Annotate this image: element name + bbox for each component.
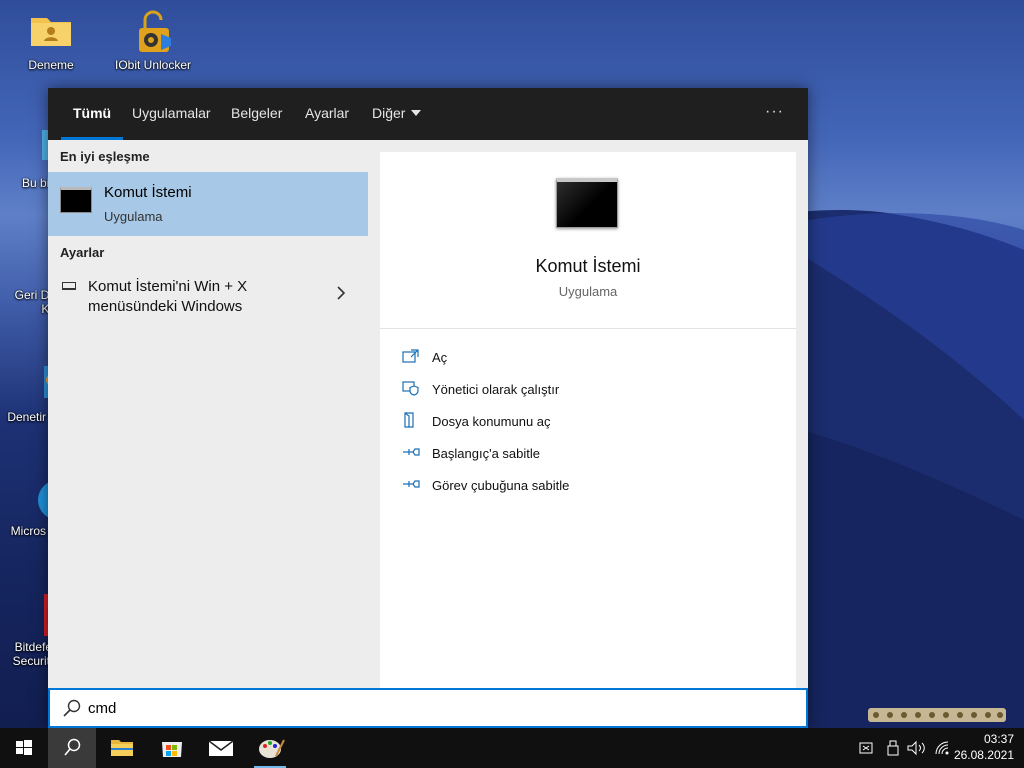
best-match-title: Komut İstemi xyxy=(104,184,192,201)
user-folder-icon xyxy=(29,10,73,54)
action-label: Dosya konumunu aç xyxy=(432,414,551,429)
detail-type: Uygulama xyxy=(558,284,618,299)
action-label: Yönetici olarak çalıştır xyxy=(432,382,560,397)
tab-all[interactable]: Tümü xyxy=(60,88,124,140)
command-prompt-icon xyxy=(60,187,92,213)
search-input[interactable] xyxy=(88,696,688,720)
taskbar-mail[interactable] xyxy=(196,728,244,768)
best-match-subtitle: Uygulama xyxy=(104,209,163,224)
tab-settings[interactable]: Ayarlar xyxy=(305,88,349,140)
control-panel-icon xyxy=(8,362,58,406)
search-tabs-bar: Tümü Uygulamalar Belgeler Ayarlar Diğer … xyxy=(48,88,808,140)
start-button[interactable] xyxy=(0,728,48,768)
taskbar: 03:37 26.08.2021 xyxy=(0,728,1024,768)
unlock-gear-icon xyxy=(131,10,175,54)
clock[interactable]: 03:37 26.08.2021 xyxy=(954,731,1014,763)
pin-icon xyxy=(403,480,420,488)
desktop-icon-iobit-unlocker[interactable]: IObit Unlocker xyxy=(113,10,193,72)
detail-title: Komut İstemi xyxy=(535,256,641,276)
command-prompt-large-icon xyxy=(556,178,618,228)
desktop-icon-deneme[interactable]: Deneme xyxy=(11,10,91,72)
desktop-icon-label: IObit Unlocker xyxy=(114,58,192,72)
desktop-decoration xyxy=(868,708,1006,722)
settings-result-line1: Komut İstemi'ni Win + X xyxy=(88,278,248,295)
divider xyxy=(380,328,796,329)
volume-icon[interactable] xyxy=(906,740,928,756)
tab-documents[interactable]: Belgeler xyxy=(231,88,282,140)
search-icon xyxy=(64,738,81,756)
best-match-header: En iyi eşleşme xyxy=(60,149,150,164)
clock-time: 03:37 xyxy=(983,732,1014,746)
action-label: Aç xyxy=(432,350,448,365)
chevron-down-icon xyxy=(411,110,422,116)
usb-device-icon[interactable] xyxy=(886,740,900,756)
settings-header: Ayarlar xyxy=(60,245,105,260)
shield-icon xyxy=(402,381,419,396)
taskbar-file-explorer[interactable] xyxy=(98,728,146,768)
folder-icon xyxy=(111,740,133,756)
more-options-button[interactable]: ··· xyxy=(765,88,784,136)
best-match-item[interactable]: Komut İstemi Uygulama xyxy=(48,172,368,236)
result-detail-pane: Komut İstemi Uygulama Aç Yönetici olarak… xyxy=(380,152,796,688)
search-icon xyxy=(63,699,81,717)
taskbar-search-button[interactable] xyxy=(48,728,96,768)
results-list: En iyi eşleşme Komut İstemi Uygulama Aya… xyxy=(48,140,368,688)
search-box[interactable] xyxy=(48,688,808,728)
mail-icon xyxy=(208,740,234,756)
tab-more-label: Diğer xyxy=(372,105,406,121)
search-panel: Tümü Uygulamalar Belgeler Ayarlar Diğer … xyxy=(48,88,808,728)
taskbar-paint[interactable] xyxy=(246,728,294,768)
tab-more[interactable]: Diğer xyxy=(372,88,422,140)
input-indicator-icon[interactable] xyxy=(858,740,878,756)
settings-result-line2: menüsündeki Windows xyxy=(88,298,243,315)
settings-result-label: Komut İstemi'ni Win + X menüsündeki Wind… xyxy=(88,277,247,317)
desktop-icon-label: Deneme xyxy=(28,58,74,72)
edge-icon xyxy=(8,476,78,520)
taskbar-store[interactable] xyxy=(148,728,196,768)
clock-date: 26.08.2021 xyxy=(953,748,1014,762)
pin-icon xyxy=(403,448,420,456)
paint-palette-icon xyxy=(259,739,285,758)
wifi-icon[interactable] xyxy=(934,740,952,756)
tab-apps[interactable]: Uygulamalar xyxy=(132,88,211,140)
open-icon xyxy=(402,349,419,363)
settings-result-item[interactable]: Komut İstemi'ni Win + X menüsündeki Wind… xyxy=(48,272,368,324)
action-label: Görev çubuğuna sabitle xyxy=(432,478,570,493)
chevron-right-icon[interactable] xyxy=(336,286,346,305)
keyboard-icon xyxy=(62,282,76,290)
store-icon xyxy=(162,742,182,757)
file-location-icon xyxy=(404,412,414,428)
windows-logo-icon xyxy=(16,740,32,755)
action-label: Başlangıç'a sabitle xyxy=(432,446,540,461)
